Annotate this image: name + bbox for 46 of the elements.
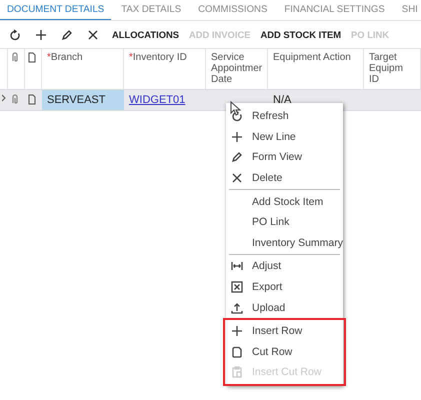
menu-item[interactable]: Insert Row — [226, 320, 343, 342]
column-label: Branch — [50, 52, 83, 63]
column-header[interactable]: *Branch — [42, 49, 124, 89]
item-link[interactable]: WIDGET01 — [129, 94, 186, 106]
toolbar-button[interactable]: ADD STOCK ITEM — [255, 24, 346, 46]
tab[interactable]: SHI — [394, 0, 418, 20]
required-mark: * — [47, 52, 51, 63]
spreadsheet-icon — [231, 281, 243, 294]
pencil-icon — [231, 151, 243, 164]
paste-icon — [231, 366, 243, 378]
plus-icon — [35, 28, 47, 40]
tab[interactable]: DOCUMENT DETAILS — [0, 0, 112, 20]
menu-item[interactable]: Export — [226, 276, 343, 298]
close-icon — [231, 172, 243, 184]
row-pointer-icon — [2, 94, 6, 102]
menu-item[interactable]: Inventory Summary — [226, 232, 343, 254]
menu-item[interactable]: PO Link — [226, 212, 343, 233]
note-icon — [27, 94, 37, 105]
attachment-icon — [10, 94, 20, 105]
menu-item[interactable]: New Line — [226, 126, 343, 148]
table-cell: N/A — [273, 94, 292, 106]
menu-item[interactable]: Upload — [226, 297, 343, 318]
adjust-icon — [231, 260, 243, 272]
refresh-icon — [9, 28, 21, 40]
pencil-icon — [61, 28, 73, 40]
cut-icon — [231, 346, 243, 358]
menu-item[interactable]: Add Stock Item — [226, 191, 343, 212]
plus-icon — [231, 130, 243, 143]
table-cell[interactable]: SERVEAST — [42, 90, 124, 110]
menu-item[interactable]: Form View — [226, 147, 343, 168]
refresh-icon — [231, 110, 243, 122]
note-icon — [27, 52, 37, 63]
close-icon — [87, 28, 99, 40]
attachment-icon — [10, 52, 20, 63]
column-header[interactable]: Target Equipm ID — [364, 49, 421, 89]
menu-item[interactable]: Cut Row — [226, 342, 343, 362]
menu-item[interactable]: Adjust — [226, 256, 343, 277]
toolbar-button[interactable]: ALLOCATIONS — [107, 24, 184, 46]
upload-icon — [231, 302, 243, 314]
plus-icon — [231, 325, 243, 338]
required-mark: * — [129, 52, 133, 63]
column-label: Inventory ID — [132, 52, 187, 63]
column-header[interactable]: Equipment Action — [268, 49, 364, 89]
column-header[interactable]: Service Appointmer Date — [206, 49, 268, 89]
menu-item[interactable]: Delete — [226, 168, 343, 188]
column-header[interactable]: *Inventory ID — [124, 49, 206, 89]
